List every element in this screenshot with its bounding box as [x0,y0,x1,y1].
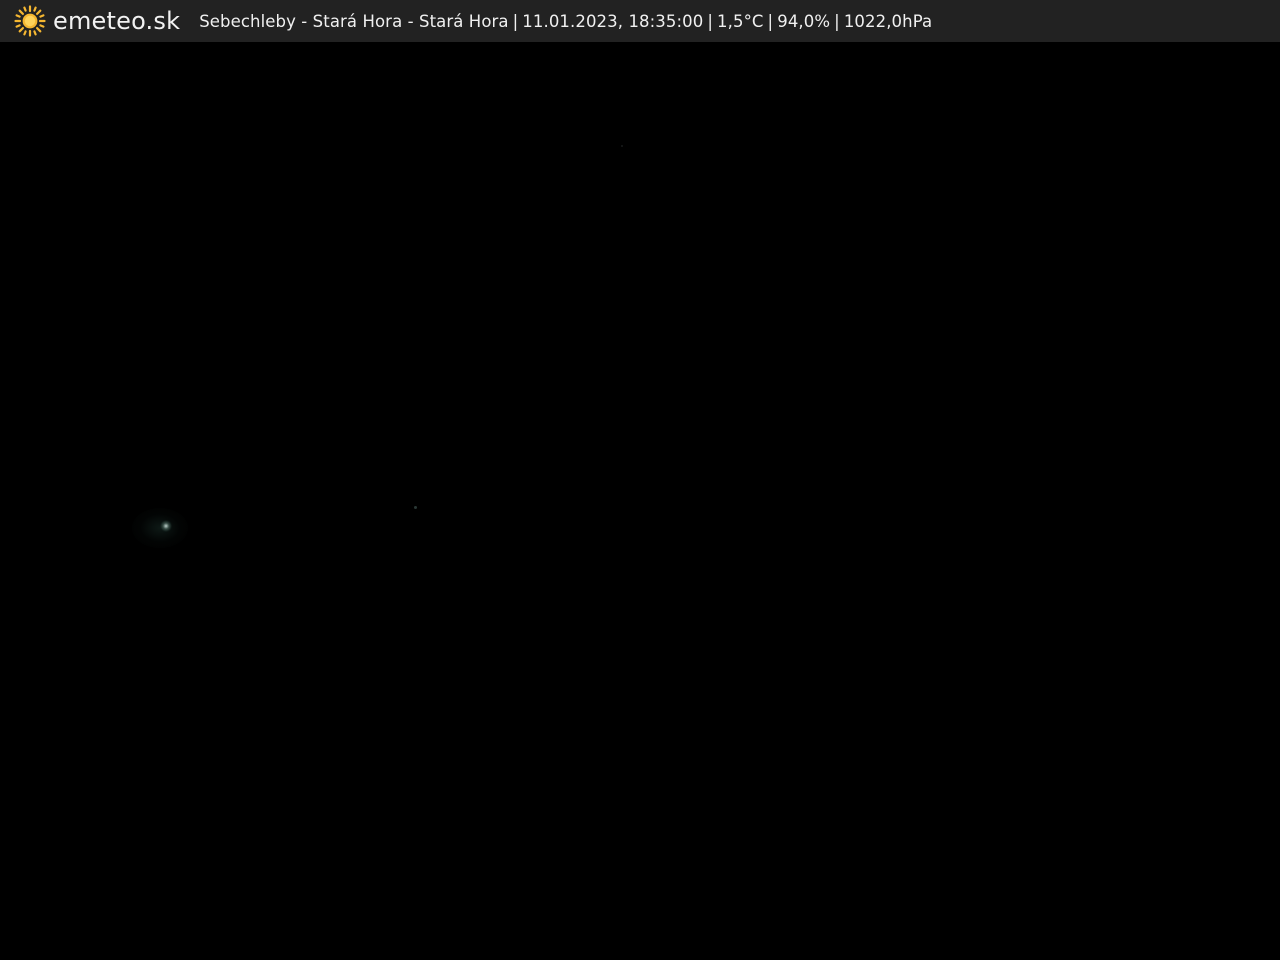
separator: | [834,11,840,31]
temperature-value: 1,5°C [717,11,764,31]
faint-speck [621,145,623,147]
weather-caption: Sebechleby - Stará Hora - Stará Hora | 11.… [199,12,932,31]
webcam-frame: emeteo.sk Sebechleby - Stará Hora - Star… [0,0,1280,960]
info-bar: emeteo.sk Sebechleby - Stará Hora - Star… [0,0,1280,42]
humidity-value: 94,0% [777,11,831,31]
pressure-value: 1022,0hPa [843,11,933,31]
brand-logo-text[interactable]: emeteo.sk [53,7,180,35]
station-name: Sebechleby - Stará Hora - Stará Hora [199,11,509,31]
sun-icon [14,5,46,37]
faint-light [414,506,417,509]
night-camera-image [0,42,1280,960]
separator: | [707,11,714,31]
separator: | [767,11,774,31]
separator: | [512,11,519,31]
distant-light [160,520,172,532]
timestamp: 11.01.2023, 18:35:00 [522,11,704,31]
